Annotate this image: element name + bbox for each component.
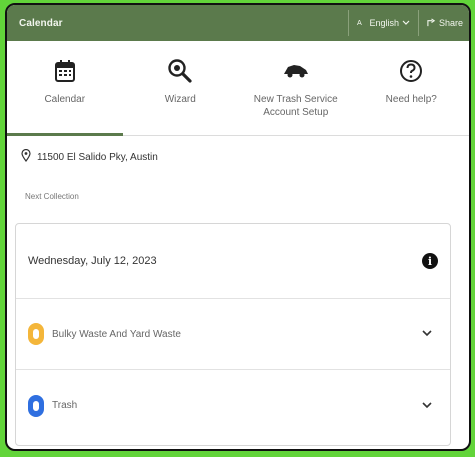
truck-icon bbox=[282, 57, 310, 85]
address-text: 11500 El Salido Pky, Austin bbox=[37, 151, 158, 163]
nav-tabs: Calendar Wizard New Trash Service Accoun… bbox=[7, 41, 469, 136]
share-icon bbox=[427, 17, 436, 29]
collection-item[interactable]: Bulky Waste And Yard Waste bbox=[16, 299, 450, 370]
divider bbox=[417, 10, 419, 36]
tab-calendar[interactable]: Calendar bbox=[7, 41, 123, 136]
tab-new-trash-service[interactable]: New Trash Service Account Setup bbox=[238, 41, 354, 135]
language-label: English bbox=[369, 18, 399, 28]
svg-text:A: A bbox=[357, 18, 362, 27]
trash-icon bbox=[28, 394, 44, 417]
chevron-down-icon[interactable] bbox=[422, 328, 438, 340]
top-controls: A English Share bbox=[340, 5, 469, 41]
share-label: Share bbox=[438, 18, 463, 28]
tab-need-help[interactable]: Need help? bbox=[354, 41, 470, 135]
tab-label: New Trash Service Account Setup bbox=[253, 94, 338, 118]
tab-label: Calendar bbox=[44, 94, 86, 105]
tab-label: Wizard bbox=[164, 94, 196, 105]
language-selector[interactable]: A English bbox=[357, 18, 410, 29]
app-title: Calendar bbox=[19, 17, 63, 29]
tab-label: Need help? bbox=[385, 94, 437, 105]
address-line[interactable]: 11500 El Salido Pky, Austin bbox=[7, 136, 469, 178]
collection-item-label: Bulky Waste And Yard Waste bbox=[52, 328, 181, 340]
chevron-down-icon bbox=[402, 18, 410, 28]
collection-item-label: Trash bbox=[52, 400, 78, 411]
translate-icon: A bbox=[357, 18, 366, 29]
magnifier-icon bbox=[167, 57, 193, 85]
bulky-waste-icon bbox=[28, 323, 44, 345]
question-icon bbox=[399, 57, 423, 85]
chevron-down-icon[interactable] bbox=[422, 400, 438, 412]
share-button[interactable]: Share bbox=[427, 17, 469, 29]
info-icon[interactable]: i bbox=[422, 253, 438, 269]
collection-item[interactable]: Trash bbox=[16, 370, 450, 441]
calendar-icon bbox=[54, 57, 76, 85]
collection-date: Wednesday, July 12, 2023 bbox=[28, 255, 157, 267]
collection-date-row: Wednesday, July 12, 2023 i bbox=[16, 224, 450, 299]
top-bar: Calendar A English Share bbox=[7, 5, 469, 41]
tab-wizard[interactable]: Wizard bbox=[123, 41, 239, 135]
section-label: Next Collection bbox=[25, 192, 79, 201]
divider bbox=[348, 10, 350, 36]
collection-card: Wednesday, July 12, 2023 i Bulky Waste A… bbox=[15, 223, 451, 446]
location-pin-icon bbox=[21, 148, 31, 165]
